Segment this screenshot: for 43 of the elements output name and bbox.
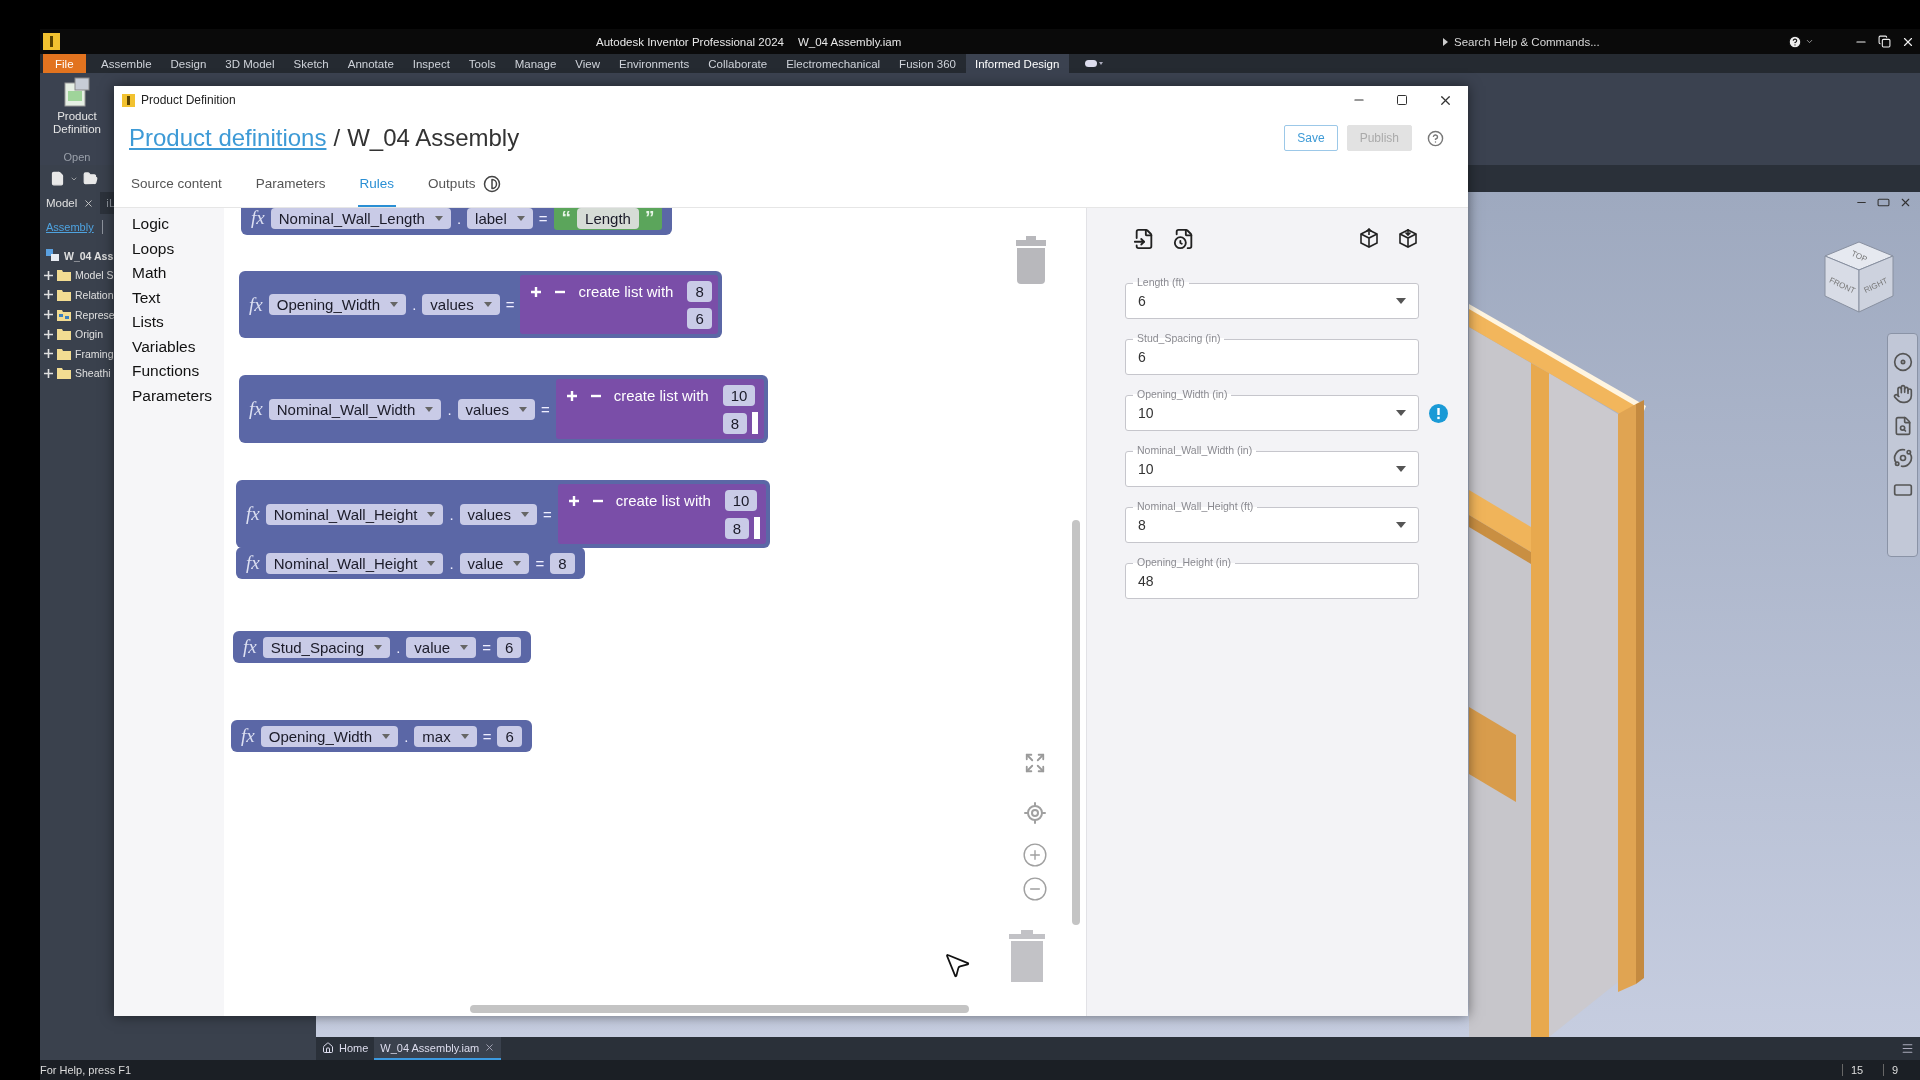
function-symbol: fx bbox=[246, 552, 260, 574]
field-label: Stud_Spacing (in) bbox=[1133, 332, 1225, 345]
operator-text: = bbox=[482, 638, 491, 656]
separator-text: . bbox=[404, 727, 409, 745]
function-symbol: fx bbox=[251, 208, 265, 229]
breadcrumb-separator: / bbox=[333, 124, 341, 152]
operator-text: = bbox=[482, 727, 492, 745]
field-label: Nominal_Wall_Height (ft) bbox=[1133, 500, 1258, 513]
field-label: Length (ft) bbox=[1133, 276, 1189, 289]
status-field: 9 bbox=[1883, 1064, 1920, 1076]
window-title: Autodesk Inventor Professional 2024 bbox=[596, 35, 784, 48]
function-symbol: fx bbox=[249, 293, 263, 316]
operator-text: = bbox=[535, 554, 545, 572]
separator-text: . bbox=[447, 400, 452, 418]
operator-text: = bbox=[505, 296, 515, 313]
field-label: Nominal_Wall_Width (in) bbox=[1133, 444, 1257, 457]
separator-text: . bbox=[456, 209, 462, 227]
quote-mark: ” bbox=[644, 208, 655, 229]
block-label: create list with bbox=[613, 387, 709, 404]
function-symbol: fx bbox=[249, 398, 263, 420]
cube-face-label: TOP bbox=[1849, 249, 1869, 265]
block-label: create list with bbox=[578, 283, 674, 300]
function-symbol: fx bbox=[243, 636, 257, 658]
document-title: W_04 Assembly.iam bbox=[797, 35, 902, 48]
page-title: W_04 Assembly bbox=[347, 124, 520, 152]
panel-label: Open bbox=[63, 151, 91, 163]
function-symbol: fx bbox=[246, 503, 260, 525]
field-label: Opening_Width (in) bbox=[1133, 388, 1232, 401]
quote-mark: “ bbox=[561, 208, 572, 229]
dialog-title: Product Definition bbox=[141, 93, 236, 107]
status-message: For Help, press F1 bbox=[40, 1064, 132, 1076]
separator-text: . bbox=[396, 638, 401, 656]
function-symbol: fx bbox=[241, 725, 255, 747]
operator-text: = bbox=[542, 505, 552, 523]
separator-text: . bbox=[449, 554, 454, 572]
field-label: Opening_Height (in) bbox=[1133, 556, 1235, 569]
status-field: 15 bbox=[1842, 1064, 1879, 1076]
tree-item-label: W_04 Ass bbox=[64, 249, 114, 262]
operator-text: = bbox=[538, 209, 548, 227]
separator-text: . bbox=[412, 296, 417, 313]
separator-text: . bbox=[449, 505, 454, 523]
block-label: create list with bbox=[615, 492, 711, 509]
operator-text: = bbox=[540, 400, 550, 418]
